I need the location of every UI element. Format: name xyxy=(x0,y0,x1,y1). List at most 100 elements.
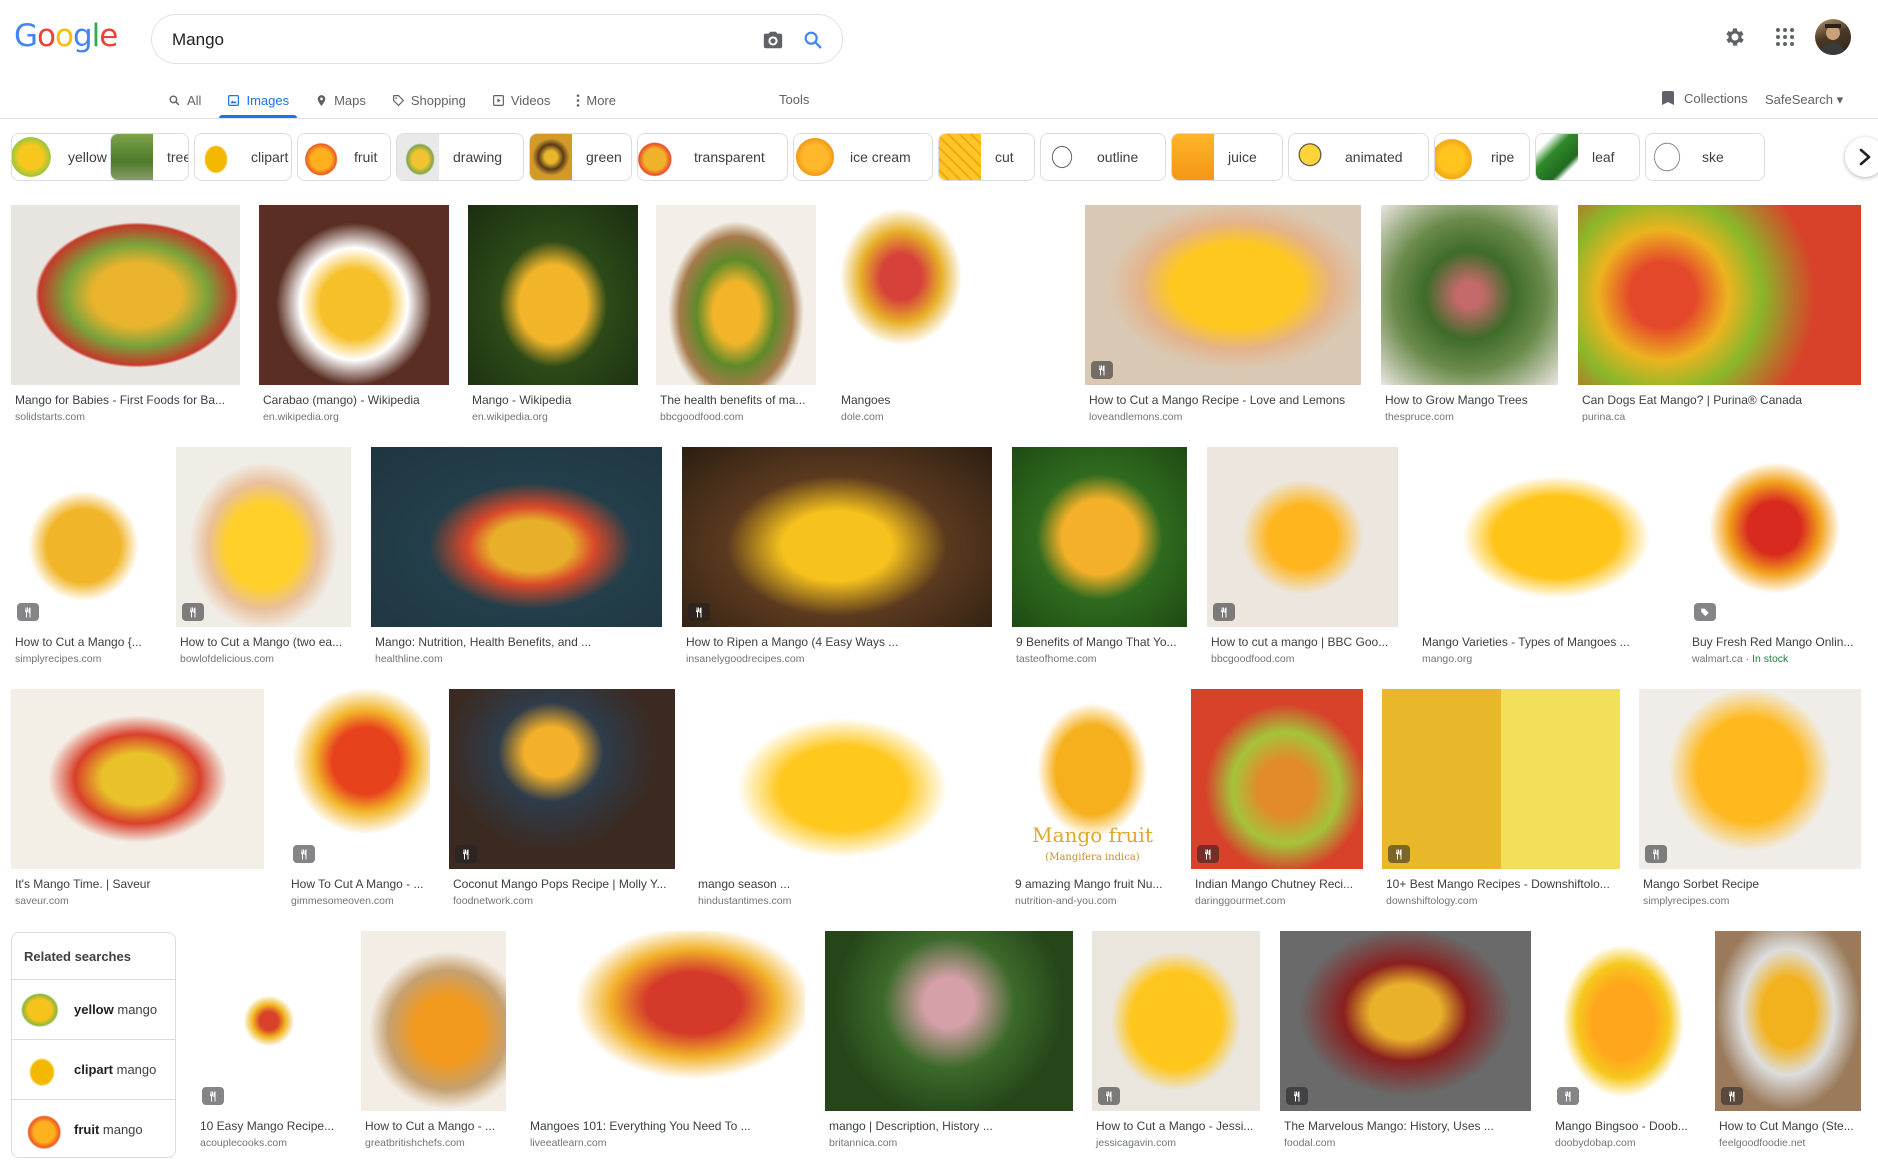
image-result[interactable]: How to Cut a Mango Recipe - Love and Lem… xyxy=(1085,205,1361,429)
image-result[interactable]: Carabao (mango) - Wikipedia en.wikipedia.… xyxy=(259,205,449,429)
result-title[interactable]: It's Mango Time. | Saveur xyxy=(15,877,262,891)
collections-link[interactable]: Collections xyxy=(1662,86,1748,110)
result-thumbnail[interactable] xyxy=(1382,689,1620,869)
result-title[interactable]: How to Cut a Mango - Jessi... xyxy=(1096,1119,1258,1133)
result-title[interactable]: The health benefits of ma... xyxy=(660,393,814,407)
image-result[interactable]: mango season ... hindustantimes.com xyxy=(694,689,991,913)
result-title[interactable]: Mango Sorbet Recipe xyxy=(1643,877,1859,891)
image-result[interactable]: Mango Sorbet Recipe simplyrecipes.com xyxy=(1639,689,1861,913)
result-title[interactable]: How to Cut a Mango {... xyxy=(15,635,154,649)
result-thumbnail[interactable] xyxy=(11,205,240,385)
image-result[interactable]: How to Grow Mango Trees thespruce.com xyxy=(1381,205,1558,429)
result-thumbnail[interactable] xyxy=(825,931,1073,1111)
chip-outline[interactable]: outline xyxy=(1040,133,1166,181)
chip-fruit[interactable]: fruit xyxy=(297,133,391,181)
related-search-item[interactable]: clipart mango xyxy=(12,1039,175,1099)
image-result[interactable]: How to Cut a Mango (two ea... bowlofdelic… xyxy=(176,447,351,671)
result-thumbnail[interactable] xyxy=(11,447,156,627)
image-result[interactable]: Mangoes dole.com xyxy=(837,205,997,429)
result-thumbnail[interactable] xyxy=(1418,447,1669,627)
chip-drawing[interactable]: drawing xyxy=(396,133,524,181)
image-result[interactable]: How to Cut a Mango {... simplyrecipes.com xyxy=(11,447,156,671)
apps-grid-icon[interactable] xyxy=(1772,24,1798,50)
result-title[interactable]: 9 Benefits of Mango That Yo... xyxy=(1016,635,1185,649)
result-title[interactable]: 10+ Best Mango Recipes - Downshiftolo... xyxy=(1386,877,1618,891)
image-result[interactable]: The health benefits of ma... bbcgoodfood.… xyxy=(656,205,816,429)
image-result[interactable]: 9 Benefits of Mango That Yo... tasteofhom… xyxy=(1012,447,1187,671)
image-result[interactable]: Can Dogs Eat Mango? | Purina® Canada puri… xyxy=(1578,205,1861,429)
result-title[interactable]: mango season ... xyxy=(698,877,989,891)
result-title[interactable]: How to cut a mango | BBC Goo... xyxy=(1211,635,1396,649)
related-search-item[interactable]: fruit mango xyxy=(12,1099,175,1157)
image-result[interactable]: Mango: Nutrition, Health Benefits, and .… xyxy=(371,447,662,671)
image-result[interactable]: How To Cut A Mango - ... gimmesomeoven.co… xyxy=(287,689,430,913)
camera-icon[interactable] xyxy=(760,27,786,53)
result-title[interactable]: How to Cut a Mango Recipe - Love and Lem… xyxy=(1089,393,1359,407)
tab-shopping[interactable]: Shopping xyxy=(392,84,466,116)
result-title[interactable]: How to Cut Mango (Ste... xyxy=(1719,1119,1859,1133)
tab-images[interactable]: Images xyxy=(219,84,297,118)
image-result[interactable]: How to cut a mango | BBC Goo... bbcgoodfo… xyxy=(1207,447,1398,671)
image-result[interactable]: How to Cut a Mango - ... greatbritishchef… xyxy=(361,931,506,1155)
chip-ske[interactable]: ske xyxy=(1645,133,1765,181)
result-thumbnail[interactable] xyxy=(176,447,351,627)
result-thumbnail[interactable] xyxy=(287,689,430,869)
image-result[interactable]: How to Cut Mango (Ste... feelgoodfoodie.n… xyxy=(1715,931,1861,1155)
image-result[interactable]: How to Cut a Mango - Jessi... jessicagavi… xyxy=(1092,931,1260,1155)
result-title[interactable]: Can Dogs Eat Mango? | Purina® Canada xyxy=(1582,393,1859,407)
chip-clipart[interactable]: clipart xyxy=(194,133,292,181)
chip-ripe[interactable]: ripe xyxy=(1434,133,1530,181)
result-title[interactable]: The Marvelous Mango: History, Uses ... xyxy=(1284,1119,1529,1133)
result-title[interactable]: Coconut Mango Pops Recipe | Molly Y... xyxy=(453,877,673,891)
result-thumbnail[interactable] xyxy=(371,447,662,627)
image-result[interactable]: Mango for Babies - First Foods for Ba...… xyxy=(11,205,240,429)
image-result[interactable]: Buy Fresh Red Mango Onlin... walmart.ca ·… xyxy=(1688,447,1861,671)
result-title[interactable]: Mango Varieties - Types of Mangoes ... xyxy=(1422,635,1667,649)
result-thumbnail[interactable] xyxy=(1381,205,1558,385)
chip-tree[interactable]: tree xyxy=(110,133,189,181)
result-thumbnail[interactable] xyxy=(196,931,342,1111)
tab-maps[interactable]: Maps xyxy=(315,84,366,116)
image-result[interactable]: Indian Mango Chutney Reci... daringgourme… xyxy=(1191,689,1363,913)
result-thumbnail[interactable] xyxy=(526,931,805,1111)
image-result[interactable]: It's Mango Time. | Saveur saveur.com xyxy=(11,689,264,913)
result-thumbnail[interactable] xyxy=(694,689,991,869)
image-result[interactable]: The Marvelous Mango: History, Uses ... fo… xyxy=(1280,931,1531,1155)
chip-ice-cream[interactable]: ice cream xyxy=(793,133,933,181)
search-bar[interactable] xyxy=(151,14,843,64)
result-title[interactable]: Carabao (mango) - Wikipedia xyxy=(263,393,447,407)
result-thumbnail[interactable] xyxy=(682,447,992,627)
result-thumbnail[interactable] xyxy=(1092,931,1260,1111)
account-avatar[interactable] xyxy=(1815,19,1851,55)
result-title[interactable]: Mango - Wikipedia xyxy=(472,393,636,407)
result-thumbnail[interactable] xyxy=(468,205,638,385)
result-title[interactable]: Mango for Babies - First Foods for Ba... xyxy=(15,393,238,407)
result-thumbnail[interactable] xyxy=(1207,447,1398,627)
chips-next-button[interactable] xyxy=(1845,137,1878,177)
result-title[interactable]: Mango: Nutrition, Health Benefits, and .… xyxy=(375,635,660,649)
result-title[interactable]: Buy Fresh Red Mango Onlin... xyxy=(1692,635,1859,649)
image-result[interactable]: Mangoes 101: Everything You Need To ... l… xyxy=(526,931,805,1155)
result-thumbnail[interactable] xyxy=(1191,689,1363,869)
result-title[interactable]: How to Cut a Mango (two ea... xyxy=(180,635,349,649)
gear-icon[interactable] xyxy=(1722,24,1748,50)
result-title[interactable]: Mangoes 101: Everything You Need To ... xyxy=(530,1119,803,1133)
safesearch-menu[interactable]: SafeSearch ▾ xyxy=(1765,92,1843,108)
result-title[interactable]: How to Cut a Mango - ... xyxy=(365,1119,504,1133)
result-thumbnail[interactable] xyxy=(1012,447,1187,627)
result-title[interactable]: Indian Mango Chutney Reci... xyxy=(1195,877,1361,891)
search-input[interactable] xyxy=(172,28,732,52)
tab-more[interactable]: More xyxy=(576,84,616,116)
result-title[interactable]: How To Cut A Mango - ... xyxy=(291,877,428,891)
result-title[interactable]: How to Grow Mango Trees xyxy=(1385,393,1556,407)
tab-all[interactable]: All xyxy=(168,84,201,116)
chip-cut[interactable]: cut xyxy=(938,133,1035,181)
result-thumbnail[interactable] xyxy=(1688,447,1861,627)
tools-button[interactable]: Tools xyxy=(779,92,809,107)
chip-animated[interactable]: animated xyxy=(1288,133,1429,181)
result-title[interactable]: How to Ripen a Mango (4 Easy Ways ... xyxy=(686,635,990,649)
result-thumbnail[interactable] xyxy=(259,205,449,385)
result-title[interactable]: 10 Easy Mango Recipe... xyxy=(200,1119,340,1133)
tab-videos[interactable]: Videos xyxy=(492,84,550,116)
result-title[interactable]: 9 amazing Mango fruit Nu... xyxy=(1015,877,1172,891)
